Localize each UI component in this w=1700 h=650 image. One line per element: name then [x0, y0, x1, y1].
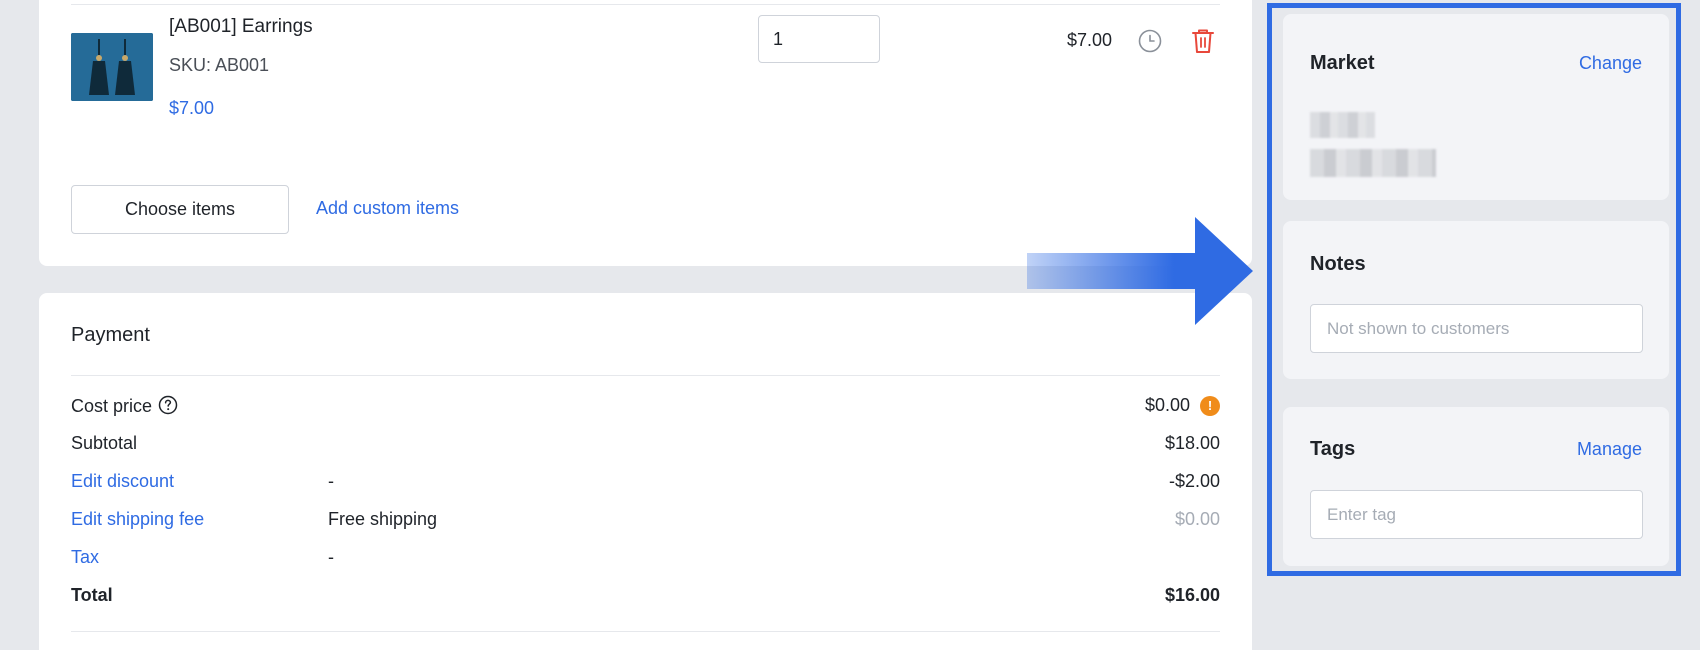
product-name[interactable]: [AB001] Earrings: [169, 16, 313, 38]
divider: [71, 375, 1220, 376]
notes-input[interactable]: [1310, 304, 1643, 353]
payment-row-subtotal: Subtotal $18.00: [71, 433, 1220, 459]
payment-title: Payment: [71, 324, 150, 346]
help-circle-icon[interactable]: [158, 395, 178, 420]
payment-row-tax: Tax -: [71, 547, 1220, 573]
payment-row-total: Total $16.00: [71, 585, 1220, 611]
tags-title: Tags: [1310, 438, 1356, 460]
payment-row-shipping: Edit shipping fee Free shipping $0.00: [71, 509, 1220, 535]
payment-row-value: $0.00: [1174, 509, 1220, 529]
payment-row-label: Subtotal: [71, 433, 138, 453]
payment-row-value: $0.00: [1144, 395, 1190, 415]
change-market-link[interactable]: Change: [1579, 53, 1642, 74]
payment-row-discount: Edit discount - -$2.00: [71, 471, 1220, 497]
trash-icon[interactable]: [1191, 28, 1215, 59]
payment-row-label: Cost price: [71, 396, 153, 416]
notes-card: Notes: [1283, 221, 1669, 379]
edit-discount-link[interactable]: Edit discount: [71, 471, 174, 492]
redacted-market-detail: [1310, 149, 1436, 177]
clock-icon[interactable]: [1138, 29, 1162, 58]
payment-row-value: -$2.00: [1168, 471, 1220, 491]
payment-row-detail: Free shipping: [328, 509, 438, 529]
add-custom-items-link[interactable]: Add custom items: [316, 198, 459, 219]
payment-card: Payment Cost price $0.00! Subtotal $18.0…: [39, 293, 1252, 650]
product-unit-price[interactable]: $7.00: [169, 98, 214, 119]
quantity-input[interactable]: [758, 15, 880, 63]
pointer-arrow-icon: [1025, 217, 1253, 330]
sidebar-highlight-frame: Market Change Notes Tags Manage: [1267, 3, 1681, 576]
edit-shipping-fee-link[interactable]: Edit shipping fee: [71, 509, 204, 530]
line-item-total: $7.00: [1066, 30, 1112, 50]
payment-row-value: $18.00: [1164, 433, 1220, 453]
payment-row-label: Total: [71, 585, 113, 605]
divider: [71, 4, 1220, 5]
tags-card: Tags Manage: [1283, 407, 1669, 566]
product-sku: SKU: AB001: [169, 55, 270, 75]
payment-row-value: $16.00: [1164, 585, 1220, 605]
payment-row-detail: -: [328, 471, 334, 491]
warning-icon[interactable]: !: [1200, 396, 1220, 416]
choose-items-button[interactable]: Choose items: [71, 185, 289, 234]
notes-title: Notes: [1310, 253, 1366, 275]
divider: [71, 631, 1220, 632]
market-title: Market: [1310, 52, 1375, 74]
product-thumbnail[interactable]: [71, 33, 153, 101]
redacted-market-name: [1310, 112, 1375, 138]
payment-row-cost-price: Cost price $0.00!: [71, 395, 1220, 421]
payment-row-detail: -: [328, 547, 334, 567]
tag-input[interactable]: [1310, 490, 1643, 539]
tax-link[interactable]: Tax: [71, 547, 99, 568]
market-card: Market Change: [1283, 14, 1669, 200]
manage-tags-link[interactable]: Manage: [1577, 439, 1642, 460]
